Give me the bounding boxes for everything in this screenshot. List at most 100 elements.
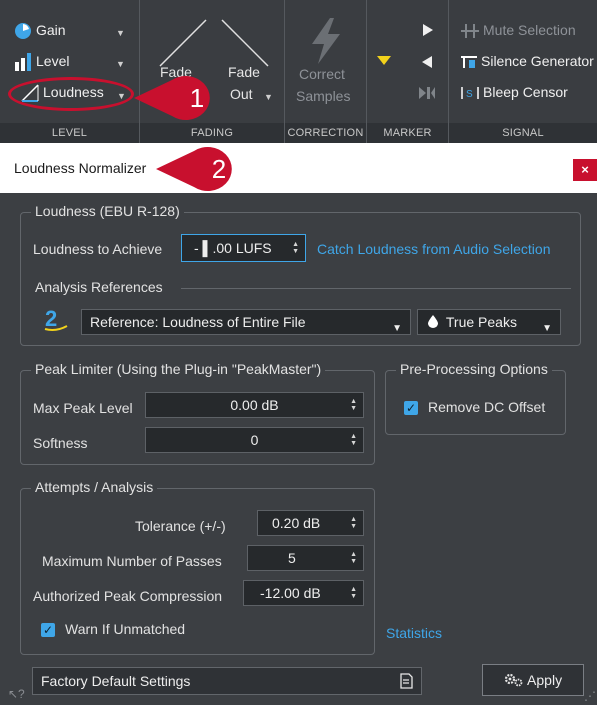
droplet-icon xyxy=(428,315,438,328)
loudness-target-input[interactable]: - ▌.00 LUFS ▲ ▼ xyxy=(181,234,306,262)
peak-compression-label: Authorized Peak Compression xyxy=(33,588,223,604)
softness-spinner[interactable]: ▲ ▼ xyxy=(350,428,357,452)
bleep-censor-button[interactable]: S Bleep Censor xyxy=(461,84,568,101)
correct-label-1: Correct xyxy=(299,66,345,82)
marker-next-icon[interactable] xyxy=(423,24,433,36)
callout-1-badge: 1 xyxy=(134,76,210,120)
remove-dc-label: Remove DC Offset xyxy=(428,399,546,415)
loudness-highlight-ellipse xyxy=(8,77,134,111)
marker-prev-icon[interactable] xyxy=(422,56,432,68)
preprocessing-section: Pre-Processing Options ✓ Remove DC Offse… xyxy=(385,361,566,435)
ribbon-toolbar: Gain ▼ Level ▼ Loudness ▼ LEVEL Fade In xyxy=(0,0,597,143)
max-peak-input[interactable]: 0.00 dB ▲ ▼ xyxy=(145,392,364,418)
mute-selection-button[interactable]: Mute Selection xyxy=(461,22,576,39)
lightning-icon xyxy=(312,18,340,64)
silence-generator-button[interactable]: Silence Generator xyxy=(461,53,594,70)
help-pointer-icon[interactable]: ↖? xyxy=(8,687,25,701)
peak-limiter-section: Peak Limiter (Using the Plug-in "PeakMas… xyxy=(20,361,375,465)
loudness-target-value: - ▌.00 LUFS xyxy=(194,240,272,256)
pass-number-icon: 2 xyxy=(44,306,68,331)
gears-icon xyxy=(504,673,523,687)
peak-mode-select[interactable]: True Peaks ▼ xyxy=(417,309,561,335)
analysis-reference-select[interactable]: Reference: Loudness of Entire File ▼ xyxy=(81,309,411,335)
max-peak-spinner[interactable]: ▲ ▼ xyxy=(350,393,357,417)
peak-compression-value: -12.00 dB xyxy=(260,585,321,601)
analysis-reference-value: Reference: Loudness of Entire File xyxy=(90,314,306,330)
marker-group-label: MARKER xyxy=(367,123,448,143)
max-peak-label: Max Peak Level xyxy=(33,400,133,416)
correct-samples-button[interactable]: Correct Samples xyxy=(285,10,367,110)
callout-2-number: 2 xyxy=(212,154,226,184)
tolerance-spinner[interactable]: ▲ ▼ xyxy=(350,511,357,535)
softness-value: 0 xyxy=(250,432,259,448)
mute-icon xyxy=(461,24,479,39)
tolerance-label: Tolerance (+/-) xyxy=(135,518,226,534)
gain-button[interactable]: Gain xyxy=(14,22,66,40)
loudness-normalizer-dialog: Loudness (EBU R-128) Loudness to Achieve… xyxy=(0,193,597,705)
dialog-titlebar: Loudness Normalizer xyxy=(0,143,597,193)
remove-dc-checkbox[interactable]: ✓ xyxy=(404,401,418,415)
svg-text:S: S xyxy=(466,89,473,100)
signal-group-label: SIGNAL xyxy=(449,123,597,143)
apply-button[interactable]: Apply xyxy=(482,664,584,696)
peak-compression-input[interactable]: -12.00 dB ▲ ▼ xyxy=(243,580,364,606)
correct-label-2: Samples xyxy=(296,88,351,104)
statistics-link[interactable]: Statistics xyxy=(386,625,442,641)
level-button[interactable]: Level xyxy=(14,53,70,72)
dialog-title: Loudness Normalizer xyxy=(14,160,147,176)
fade-out-dropdown-caret[interactable]: ▼ xyxy=(264,92,273,102)
silence-icon xyxy=(461,56,477,69)
marker-down-icon[interactable] xyxy=(377,56,391,66)
gain-icon xyxy=(15,23,31,40)
resize-grip-icon[interactable]: ⋰ xyxy=(584,689,596,703)
analysis-references-label: Analysis References xyxy=(35,279,163,295)
loudness-section: Loudness (EBU R-128) Loudness to Achieve… xyxy=(20,203,581,346)
fade-in-icon xyxy=(159,19,207,67)
gain-dropdown-caret[interactable]: ▼ xyxy=(116,28,125,38)
attempts-legend: Attempts / Analysis xyxy=(31,479,158,495)
svg-text:2: 2 xyxy=(45,306,57,331)
level-group: Gain ▼ Level ▼ Loudness ▼ LEVEL xyxy=(0,0,140,143)
callout-1-number: 1 xyxy=(190,83,204,113)
max-passes-input[interactable]: 5 ▲ ▼ xyxy=(247,545,364,571)
softness-input[interactable]: 0 ▲ ▼ xyxy=(145,427,364,453)
fade-out-icon xyxy=(221,19,269,67)
callout-2-badge: 2 xyxy=(156,147,232,191)
fading-group-label: FADING xyxy=(140,123,284,143)
peak-mode-value: True Peaks xyxy=(445,314,517,330)
preset-value: Factory Default Settings xyxy=(41,673,191,689)
marker-group: MARKER xyxy=(367,0,449,143)
chevron-down-icon: ▼ xyxy=(392,323,402,334)
max-passes-label: Maximum Number of Passes xyxy=(42,553,222,569)
peak-compression-spinner[interactable]: ▲ ▼ xyxy=(350,581,357,605)
max-passes-spinner[interactable]: ▲ ▼ xyxy=(350,546,357,570)
preprocessing-legend: Pre-Processing Options xyxy=(396,361,552,377)
warn-unmatched-checkbox[interactable]: ✓ xyxy=(41,623,55,637)
preset-save-icon[interactable] xyxy=(399,673,413,689)
loudness-target-spinner[interactable]: ▲ ▼ xyxy=(292,235,299,261)
level-dropdown-caret[interactable]: ▼ xyxy=(116,59,125,69)
tolerance-input[interactable]: 0.20 dB ▲ ▼ xyxy=(257,510,364,536)
level-label: Level xyxy=(36,53,70,69)
close-button[interactable]: × xyxy=(573,159,597,181)
catch-loudness-link[interactable]: Catch Loudness from Audio Selection xyxy=(317,241,550,257)
max-peak-value: 0.00 dB xyxy=(230,397,279,413)
marker-range-icon[interactable] xyxy=(419,87,435,99)
max-passes-value: 5 xyxy=(288,550,296,566)
preset-selector[interactable]: Factory Default Settings xyxy=(32,667,422,695)
softness-label: Softness xyxy=(33,435,88,451)
chevron-down-icon: ▼ xyxy=(542,323,552,334)
silence-label: Silence Generator xyxy=(481,53,594,69)
level-group-label: LEVEL xyxy=(0,123,139,143)
gain-label: Gain xyxy=(36,22,66,38)
apply-label: Apply xyxy=(527,672,563,688)
loudness-target-label: Loudness to Achieve xyxy=(33,241,163,257)
correction-group-label: CORRECTION xyxy=(285,123,366,143)
analysis-references-divider xyxy=(181,288,571,289)
attempts-section: Attempts / Analysis Tolerance (+/-) 0.20… xyxy=(20,479,375,655)
tolerance-value: 0.20 dB xyxy=(272,515,321,531)
mute-label: Mute Selection xyxy=(483,22,576,38)
bleep-label: Bleep Censor xyxy=(483,84,568,100)
loudness-section-legend: Loudness (EBU R-128) xyxy=(31,203,184,219)
correction-group: Correct Samples CORRECTION xyxy=(285,0,367,143)
